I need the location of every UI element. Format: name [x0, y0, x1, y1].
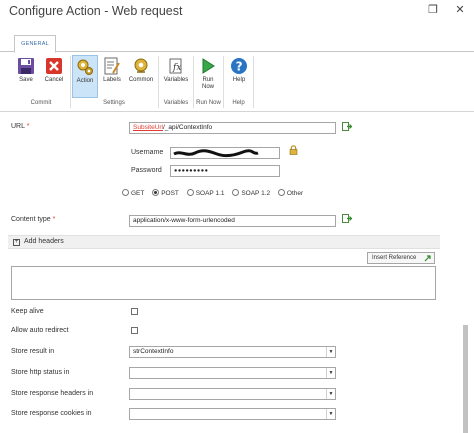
add-headers-bar[interactable]: + Add headers [8, 235, 440, 249]
store-result-select[interactable]: strContextInfo ▼ [129, 346, 336, 358]
radio-get[interactable]: GET [122, 189, 144, 197]
group-separator [70, 56, 71, 108]
store-http-status-label: Store http status in [11, 369, 70, 376]
content-type-input[interactable]: application/x-www-form-urlencoded [129, 215, 336, 227]
radio-circle[interactable] [277, 189, 285, 196]
radio-other-label: Other [286, 190, 304, 197]
radio-soap-11-label: SOAP 1.1 [195, 190, 225, 197]
username-input[interactable] [170, 147, 280, 159]
radio-circle[interactable] [122, 189, 129, 196]
store-result-value: strContextInfo [133, 348, 174, 355]
group-label-run-now: Run Now [196, 100, 221, 106]
radio-soap-12-label: SOAP 1.2 [241, 190, 271, 197]
group-label-variables: Variables [163, 100, 189, 106]
window-title: Configure Action - Web request [9, 4, 183, 18]
labels-button[interactable]: Labels [100, 55, 124, 98]
store-response-headers-label: Store response headers in [11, 390, 94, 397]
svg-text:fx: fx [172, 63, 181, 73]
expand-icon[interactable]: + [13, 239, 20, 246]
chevron-down-icon[interactable]: ▼ [326, 347, 335, 357]
username-label: Username [131, 149, 164, 156]
request-body-textarea[interactable] [11, 266, 436, 300]
common-label: Common [128, 77, 154, 83]
save-icon [18, 58, 34, 74]
url-label: URL * [11, 123, 29, 130]
group-label-help: Help [232, 100, 245, 106]
variables-button[interactable]: fx Variables [161, 55, 191, 98]
keep-alive-checkbox[interactable] [131, 308, 138, 315]
cancel-button[interactable]: Cancel [40, 55, 68, 98]
action-button[interactable]: Action [72, 55, 98, 98]
required-marker: * [26, 123, 30, 130]
group-separator [253, 56, 254, 108]
store-response-headers-select[interactable]: ▼ [129, 388, 336, 400]
help-button[interactable]: ? Help [227, 55, 251, 98]
content-type-label: Content type * [11, 216, 55, 223]
run-icon [202, 58, 215, 74]
radio-soap-11[interactable]: SOAP 1.1 [186, 189, 225, 197]
run-now-label: Run Now [201, 77, 214, 90]
ribbon-tabstrip: GENERAL [0, 32, 474, 53]
keep-alive-label: Keep alive [11, 308, 44, 315]
password-label: Password [131, 167, 162, 174]
url-label-text: URL [11, 123, 25, 130]
vertical-scrollbar[interactable] [463, 325, 468, 433]
run-now-button[interactable]: Run Now [196, 55, 220, 98]
url-path-text: /_api/ContextInfo [162, 124, 213, 131]
radio-other[interactable]: Other [277, 189, 304, 197]
radio-post-label: POST [161, 190, 179, 197]
content-type-label-text: Content type [11, 216, 51, 223]
add-headers-label: Add headers [24, 238, 64, 245]
close-button[interactable]: ✕ [453, 3, 467, 17]
method-radio-group: GET POST SOAP 1.1 SOAP 1.2 Other [122, 189, 309, 199]
variables-label: Variables [163, 77, 189, 83]
required-marker: * [52, 216, 56, 223]
chevron-down-icon[interactable]: ▼ [326, 389, 335, 399]
common-icon [134, 58, 148, 73]
radio-circle-selected[interactable] [152, 189, 160, 196]
chevron-down-icon[interactable]: ▼ [326, 409, 335, 419]
redaction-scribble [173, 149, 259, 158]
group-label-settings: Settings [103, 100, 125, 106]
ribbon: Save Cancel Action Labels Common fx Vari… [0, 52, 474, 112]
radio-soap-12[interactable]: SOAP 1.2 [232, 189, 270, 197]
chevron-down-icon[interactable]: ▼ [326, 368, 335, 378]
allow-auto-redirect-checkbox[interactable] [131, 327, 138, 334]
insert-arrow-icon [424, 255, 431, 262]
store-http-status-select[interactable]: ▼ [129, 367, 336, 379]
store-response-cookies-label: Store response cookies in [11, 410, 92, 417]
store-result-label: Store result in [11, 348, 55, 355]
common-button[interactable]: Common [126, 55, 156, 98]
insert-reference-label: Insert Reference [372, 255, 417, 261]
labels-icon [104, 57, 120, 75]
group-label-commit: Commit [30, 100, 52, 106]
url-reference-token[interactable]: SubsiteUrl [133, 124, 163, 131]
variables-icon: fx [169, 58, 182, 74]
save-label: Save [19, 77, 33, 83]
store-response-cookies-select[interactable]: ▼ [129, 408, 336, 420]
svg-text:?: ? [236, 60, 243, 74]
password-input[interactable]: ●●●●●●●●● [170, 165, 280, 177]
labels-label: Labels [103, 77, 121, 83]
allow-auto-redirect-label: Allow auto redirect [11, 327, 69, 334]
save-button[interactable]: Save [14, 55, 38, 98]
radio-circle[interactable] [232, 189, 240, 196]
restore-button[interactable]: ❐ [426, 3, 440, 17]
insert-reference-icon[interactable] [342, 214, 352, 224]
tab-general[interactable]: GENERAL [14, 35, 56, 53]
cancel-label: Cancel [44, 77, 64, 83]
help-icon: ? [231, 58, 247, 74]
radio-circle[interactable] [186, 189, 194, 196]
radio-post[interactable]: POST [152, 189, 179, 197]
help-label: Help [232, 77, 246, 83]
cancel-icon [46, 58, 62, 74]
action-label: Action [76, 78, 94, 84]
action-icon [77, 59, 93, 75]
insert-reference-icon[interactable] [342, 122, 352, 132]
radio-get-label: GET [131, 190, 145, 197]
title-bar: Configure Action - Web request ❐ ✕ [0, 0, 474, 24]
insert-reference-button[interactable]: Insert Reference [367, 252, 435, 264]
lock-icon [289, 145, 298, 155]
url-input[interactable]: SubsiteUrl/_api/ContextInfo [129, 122, 336, 134]
